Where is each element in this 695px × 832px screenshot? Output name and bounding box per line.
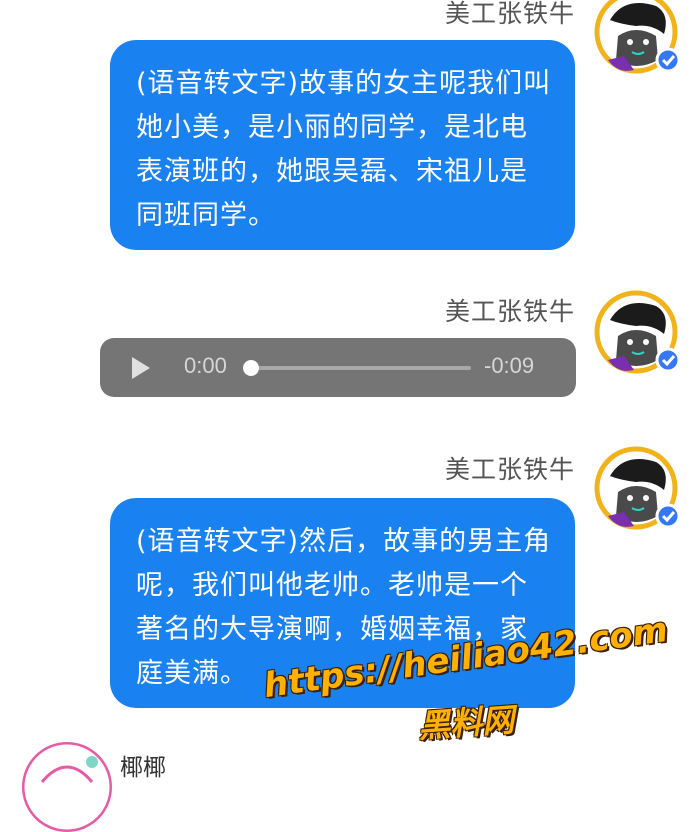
sender-name: 椰椰: [120, 755, 166, 781]
avatar-cartoon-icon: [594, 290, 681, 374]
audio-player[interactable]: 0:00 -0:09: [100, 338, 576, 397]
avatar[interactable]: [594, 446, 681, 530]
avatar-cartoon-icon: [594, 0, 681, 74]
audio-progress-knob[interactable]: [243, 360, 259, 376]
sender-name: 美工张铁牛: [444, 455, 575, 484]
message-bubble[interactable]: (语音转文字)故事的女主呢我们叫她小美，是小丽的同学，是北电表演班的，她跟吴磊、…: [110, 40, 575, 250]
verified-badge-icon: [655, 47, 681, 73]
sender-name: 美工张铁牛: [444, 297, 575, 326]
audio-elapsed: 0:00: [184, 353, 227, 378]
sender-name: 美工张铁牛: [444, 0, 575, 28]
audio-progress-track[interactable]: [251, 366, 471, 370]
watermark-name: 黑料网: [416, 700, 516, 746]
avatar[interactable]: [22, 742, 112, 832]
audio-remaining: -0:09: [484, 353, 535, 378]
avatar-cartoon-icon: [594, 446, 681, 530]
message-text: (语音转文字)故事的女主呢我们叫她小美，是小丽的同学，是北电表演班的，她跟吴磊、…: [136, 68, 552, 231]
verified-badge-icon: [655, 503, 681, 529]
avatar[interactable]: [594, 0, 681, 74]
play-icon[interactable]: [130, 355, 152, 381]
avatar-cartoon-icon: [22, 742, 112, 832]
avatar[interactable]: [594, 290, 681, 374]
verified-badge-icon: [655, 347, 681, 373]
